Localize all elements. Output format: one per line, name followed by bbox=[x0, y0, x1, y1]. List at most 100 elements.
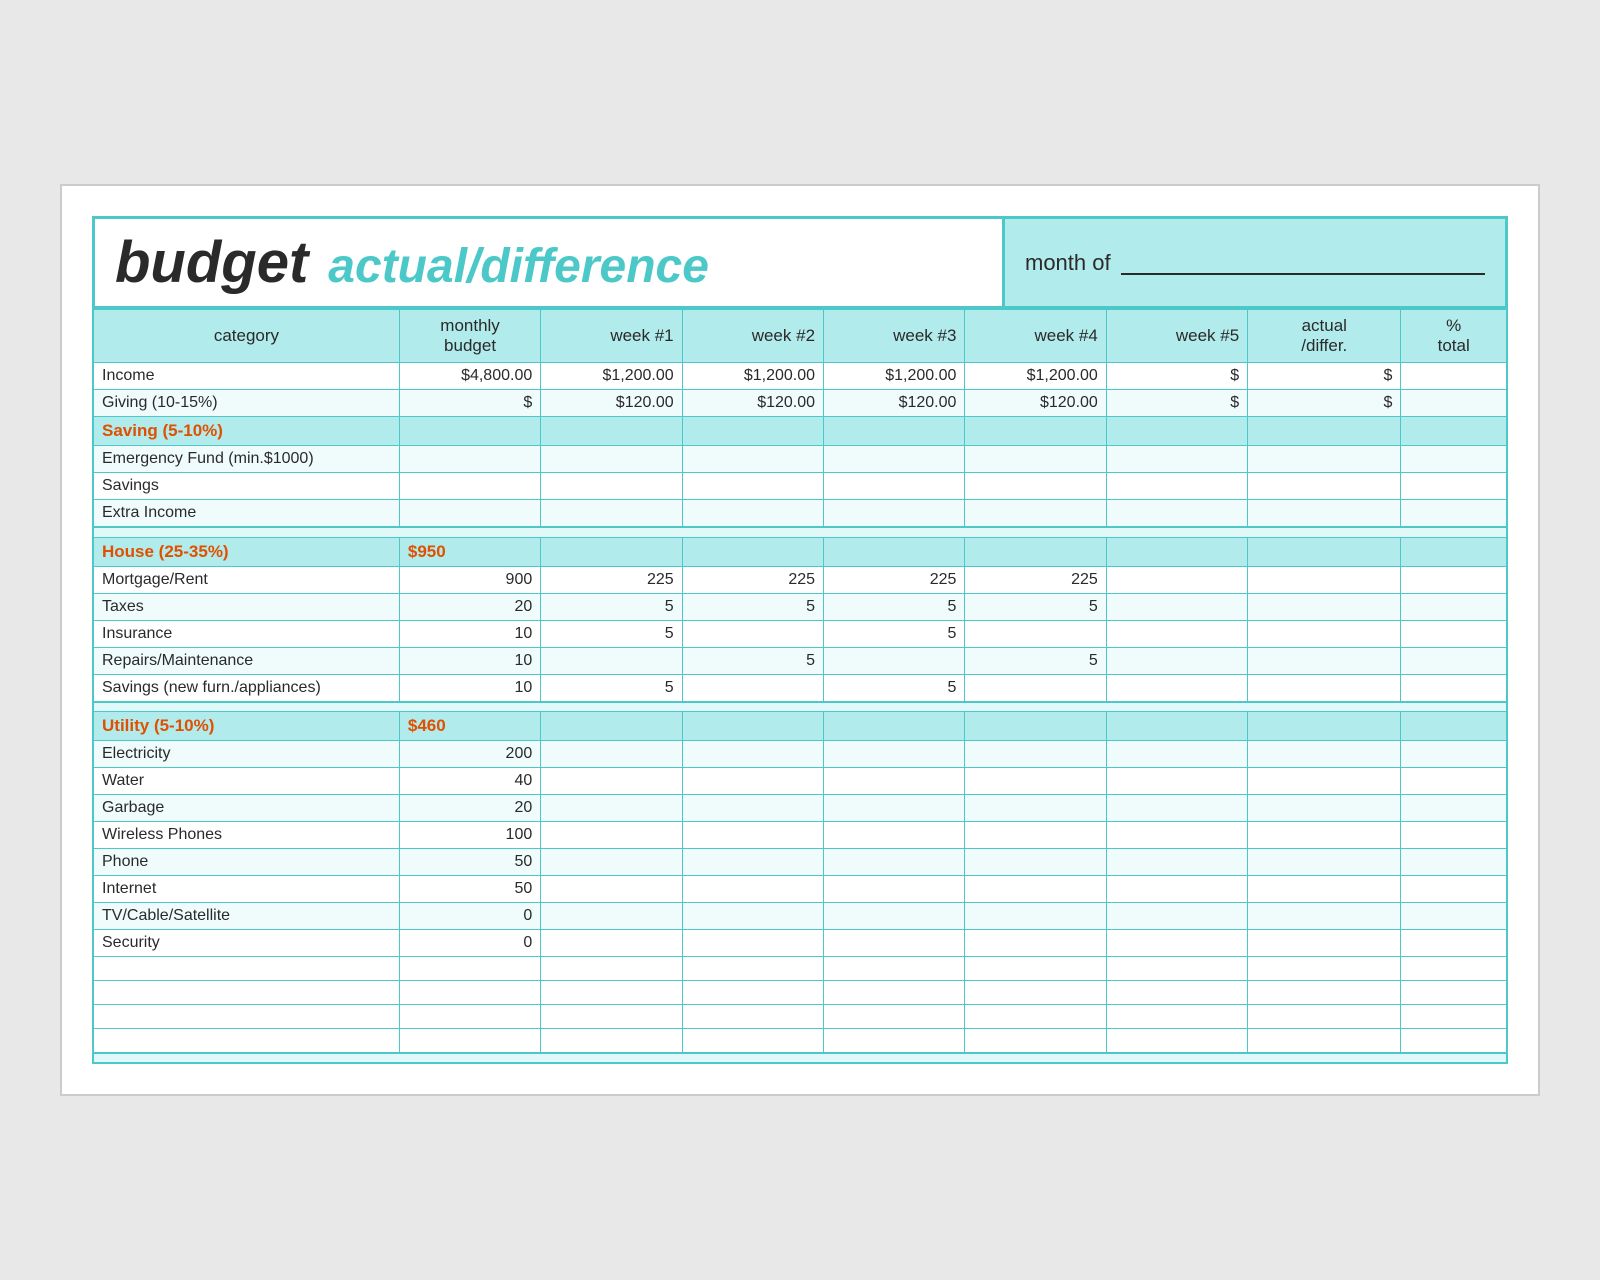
cell-w3 bbox=[824, 1005, 965, 1029]
cell-w3: $1,200.00 bbox=[824, 363, 965, 390]
table-row: Garbage 20 bbox=[93, 795, 1507, 822]
table-row: Repairs/Maintenance 10 5 5 bbox=[93, 647, 1507, 674]
budget-table: category monthlybudget week #1 week #2 w… bbox=[92, 309, 1508, 1064]
cell-category: Savings (new furn./appliances) bbox=[93, 674, 399, 702]
cell-w4 bbox=[965, 768, 1106, 795]
cell-monthly: $4,800.00 bbox=[399, 363, 540, 390]
cell-w3 bbox=[824, 417, 965, 446]
cell-pct bbox=[1401, 537, 1507, 566]
cell-w2 bbox=[682, 930, 823, 957]
cell-w2 bbox=[682, 473, 823, 500]
cell-category: Electricity bbox=[93, 741, 399, 768]
cell-w5 bbox=[1106, 620, 1247, 647]
cell-monthly bbox=[399, 473, 540, 500]
cell-pct bbox=[1401, 647, 1507, 674]
cell-category bbox=[93, 1029, 399, 1053]
cell-w5 bbox=[1106, 593, 1247, 620]
cell-w4: $1,200.00 bbox=[965, 363, 1106, 390]
section-label: Saving (5-10%) bbox=[93, 417, 399, 446]
cell-category: Emergency Fund (min.$1000) bbox=[93, 446, 399, 473]
cell-w2 bbox=[682, 981, 823, 1005]
title-budget: budget bbox=[115, 229, 308, 296]
cell-monthly: $ bbox=[399, 390, 540, 417]
cell-pct bbox=[1401, 957, 1507, 981]
cell-w1 bbox=[541, 500, 682, 528]
cell-w3 bbox=[824, 768, 965, 795]
cell-w2 bbox=[682, 768, 823, 795]
cell-category: Savings bbox=[93, 473, 399, 500]
page-container: budget actual/difference month of catego… bbox=[60, 184, 1540, 1096]
cell-actual bbox=[1248, 620, 1401, 647]
cell-w5: $ bbox=[1106, 390, 1247, 417]
cell-w1 bbox=[541, 473, 682, 500]
section-header-utility: Utility (5-10%) $460 bbox=[93, 712, 1507, 741]
cell-w5 bbox=[1106, 822, 1247, 849]
cell-w2 bbox=[682, 957, 823, 981]
cell-w3: $120.00 bbox=[824, 390, 965, 417]
cell-w2 bbox=[682, 620, 823, 647]
cell-w2 bbox=[682, 795, 823, 822]
cell-w2 bbox=[682, 1005, 823, 1029]
cell-w3 bbox=[824, 741, 965, 768]
cell-w3 bbox=[824, 647, 965, 674]
cell-monthly bbox=[399, 417, 540, 446]
cell-w4 bbox=[965, 620, 1106, 647]
cell-w5 bbox=[1106, 500, 1247, 528]
cell-pct bbox=[1401, 390, 1507, 417]
header-left: budget actual/difference bbox=[95, 219, 1005, 306]
cell-w5 bbox=[1106, 795, 1247, 822]
cell-w5 bbox=[1106, 903, 1247, 930]
cell-monthly: 200 bbox=[399, 741, 540, 768]
cell-monthly: 20 bbox=[399, 795, 540, 822]
cell-monthly: 10 bbox=[399, 647, 540, 674]
cell-w2 bbox=[682, 446, 823, 473]
cell-category: Repairs/Maintenance bbox=[93, 647, 399, 674]
cell-w4 bbox=[965, 930, 1106, 957]
cell-category: Extra Income bbox=[93, 500, 399, 528]
cell-w4: $120.00 bbox=[965, 390, 1106, 417]
cell-w2 bbox=[682, 876, 823, 903]
cell-pct bbox=[1401, 593, 1507, 620]
cell-w3 bbox=[824, 473, 965, 500]
cell-w4 bbox=[965, 849, 1106, 876]
cell-category: Income bbox=[93, 363, 399, 390]
cell-w1 bbox=[541, 446, 682, 473]
cell-monthly: 0 bbox=[399, 903, 540, 930]
cell-w5 bbox=[1106, 849, 1247, 876]
cell-monthly: $460 bbox=[399, 712, 540, 741]
cell-w1: 5 bbox=[541, 674, 682, 702]
cell-category bbox=[93, 1005, 399, 1029]
col-header-week2: week #2 bbox=[682, 310, 823, 363]
cell-w1 bbox=[541, 981, 682, 1005]
cell-monthly bbox=[399, 446, 540, 473]
cell-w3 bbox=[824, 712, 965, 741]
cell-w2 bbox=[682, 741, 823, 768]
cell-w3: 5 bbox=[824, 674, 965, 702]
cell-w3 bbox=[824, 957, 965, 981]
title-actual: actual/difference bbox=[328, 239, 709, 294]
col-header-week4: week #4 bbox=[965, 310, 1106, 363]
col-header-monthly: monthlybudget bbox=[399, 310, 540, 363]
cell-w5 bbox=[1106, 981, 1247, 1005]
cell-w4 bbox=[965, 1005, 1106, 1029]
cell-w4: 5 bbox=[965, 593, 1106, 620]
cell-actual: $ bbox=[1248, 390, 1401, 417]
cell-w2 bbox=[682, 1029, 823, 1053]
cell-w3: 225 bbox=[824, 566, 965, 593]
cell-w5 bbox=[1106, 674, 1247, 702]
cell-actual bbox=[1248, 593, 1401, 620]
cell-w1 bbox=[541, 1029, 682, 1053]
table-row: Savings bbox=[93, 473, 1507, 500]
cell-actual bbox=[1248, 473, 1401, 500]
col-header-pct: %total bbox=[1401, 310, 1507, 363]
cell-w5 bbox=[1106, 712, 1247, 741]
cell-w4 bbox=[965, 903, 1106, 930]
cell-w1 bbox=[541, 957, 682, 981]
header-title: budget actual/difference bbox=[115, 229, 982, 296]
cell-actual bbox=[1248, 741, 1401, 768]
empty-row bbox=[93, 981, 1507, 1005]
cell-w5 bbox=[1106, 876, 1247, 903]
section-label: House (25-35%) bbox=[93, 537, 399, 566]
cell-category: Security bbox=[93, 930, 399, 957]
cell-category: Mortgage/Rent bbox=[93, 566, 399, 593]
